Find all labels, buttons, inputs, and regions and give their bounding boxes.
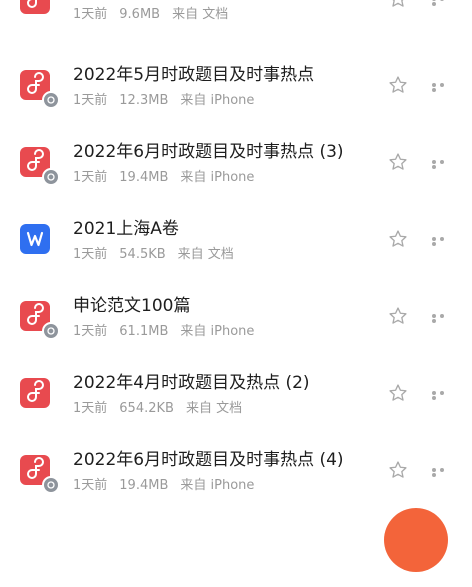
star-outline-icon[interactable] [388, 75, 408, 95]
file-size: 654.2KB [119, 401, 174, 416]
file-size: 19.4MB [119, 478, 169, 493]
file-time: 1天前 [73, 7, 108, 22]
file-time: 1天前 [73, 478, 108, 493]
star-outline-icon[interactable] [388, 460, 408, 480]
file-row[interactable]: 2021上海A卷 1天前 54.5KB 来自 文档 [0, 202, 472, 279]
file-row[interactable]: 2022-3-18 1天前9.6MB来自 文档 [0, 0, 472, 39]
file-source: 来自 文档 [172, 7, 229, 22]
file-source: 来自 iPhone [180, 170, 255, 185]
pdf-file-icon [20, 378, 50, 408]
star-outline-icon[interactable] [388, 229, 408, 249]
file-name: 2022年6月时政题目及时事热点 (3) [73, 142, 344, 162]
file-meta: 1天前 12.3MB 来自 iPhone [73, 93, 266, 109]
more-horizontal-icon[interactable] [432, 390, 454, 400]
file-row[interactable]: 申论范文100篇 1天前 61.1MB 来自 iPhone [0, 279, 472, 356]
more-horizontal-icon[interactable] [432, 236, 454, 246]
cloud-badge-icon [42, 322, 60, 340]
pdf-file-icon [20, 0, 50, 14]
file-name: 2022年6月时政题目及时事热点 (4) [73, 450, 344, 470]
file-size: 19.4MB [119, 170, 169, 185]
word-file-icon [20, 224, 50, 254]
file-meta: 1天前 654.2KB 来自 文档 [73, 401, 254, 417]
more-horizontal-icon[interactable] [432, 313, 454, 323]
file-meta: 1天前 9.6MB 来自 文档 [73, 7, 240, 23]
file-size: 12.3MB [119, 93, 169, 108]
cloud-badge-icon [42, 91, 60, 109]
more-horizontal-icon[interactable] [432, 0, 454, 6]
star-outline-icon[interactable] [388, 0, 408, 9]
file-size: 61.1MB [119, 324, 169, 339]
more-horizontal-icon[interactable] [432, 159, 454, 169]
file-source: 来自 iPhone [180, 324, 255, 339]
cloud-badge-icon [42, 476, 60, 494]
file-meta: 1天前 54.5KB 来自 文档 [73, 247, 246, 263]
file-source: 来自 iPhone [180, 93, 255, 108]
more-horizontal-icon[interactable] [432, 467, 454, 477]
file-name: 2021上海A卷 [73, 219, 179, 239]
more-horizontal-icon[interactable] [432, 82, 454, 92]
file-time: 1天前 [73, 93, 108, 108]
file-meta: 1天前 61.1MB 来自 iPhone [73, 324, 266, 340]
file-name: 申论范文100篇 [73, 296, 191, 316]
file-time: 1天前 [73, 247, 108, 262]
file-row[interactable]: 2022年5月时政题目及时事热点 1天前 12.3MB 来自 iPhone [0, 48, 472, 125]
file-source: 来自 iPhone [180, 478, 255, 493]
file-row[interactable]: 2022年6月时政题目及时事热点 (4) 1天前 19.4MB 来自 iPhone [0, 433, 472, 510]
file-source: 来自 文档 [185, 401, 243, 416]
file-row[interactable]: 2022年6月时政题目及时事热点 (3) 1天前 19.4MB 来自 iPhone [0, 125, 472, 202]
star-outline-icon[interactable] [388, 306, 408, 326]
file-time: 1天前 [73, 324, 108, 339]
file-row[interactable]: 2022年4月时政题目及热点 (2) 1天前 654.2KB 来自 文档 [0, 356, 472, 433]
file-time: 1天前 [73, 170, 108, 185]
add-fab-button[interactable] [384, 508, 448, 572]
file-size: 9.6MB [119, 7, 161, 22]
file-name: 2022年4月时政题目及热点 (2) [73, 373, 310, 393]
file-time: 1天前 [73, 401, 108, 416]
file-name: 2022年5月时政题目及时事热点 [73, 65, 315, 85]
cloud-badge-icon [42, 168, 60, 186]
file-meta: 1天前 19.4MB 来自 iPhone [73, 170, 266, 186]
file-source: 来自 文档 [177, 247, 234, 262]
star-outline-icon[interactable] [388, 383, 408, 403]
file-size: 54.5KB [119, 247, 166, 262]
file-list: 2022-3-18 1天前9.6MB来自 文档 2022年5月时政题目及时事热点… [0, 0, 472, 530]
star-outline-icon[interactable] [388, 152, 408, 172]
file-meta: 1天前 19.4MB 来自 iPhone [73, 478, 266, 494]
